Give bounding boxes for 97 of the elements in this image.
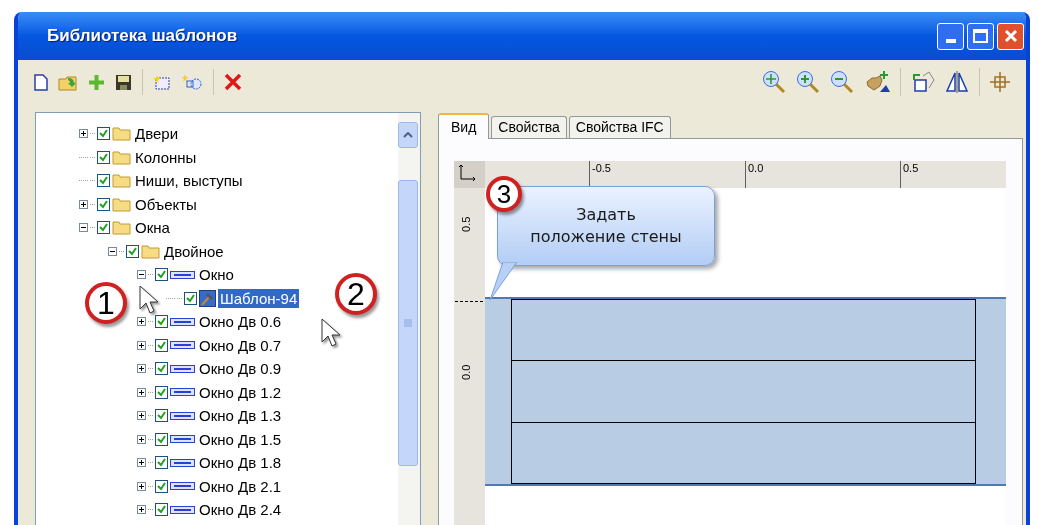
- expand-toggle-icon[interactable]: [137, 387, 146, 397]
- collapse-toggle-icon[interactable]: [137, 270, 146, 280]
- checkbox[interactable]: [97, 197, 110, 211]
- window-icon: [170, 505, 195, 514]
- cursor-icon: [139, 285, 161, 315]
- tree-item[interactable]: Объекты: [133, 194, 199, 214]
- ruler-label: 0.0: [460, 363, 474, 382]
- save-icon[interactable]: [115, 73, 132, 91]
- tree-item[interactable]: Окно Дв 2.1: [197, 476, 284, 496]
- open-folder-icon[interactable]: [58, 73, 78, 91]
- window-icon: [170, 411, 195, 420]
- window-icon: [170, 317, 195, 326]
- window-icon: [170, 341, 195, 350]
- axes-icon: [458, 164, 476, 182]
- scrollbar[interactable]: [398, 113, 420, 525]
- zoom-out-icon[interactable]: [830, 70, 854, 94]
- tree-item[interactable]: Окно Дв 1.2: [197, 382, 284, 402]
- expand-toggle-icon[interactable]: [137, 317, 146, 327]
- expand-toggle-icon[interactable]: [137, 364, 146, 374]
- dashed-guide-line: [455, 301, 483, 302]
- zoom-extents-icon[interactable]: [762, 70, 786, 94]
- tab[interactable]: Свойства: [491, 116, 567, 138]
- window-icon: [170, 364, 195, 373]
- tab[interactable]: Вид: [438, 113, 490, 139]
- close-icon: [1003, 29, 1018, 43]
- folder-icon: [112, 126, 131, 142]
- checkbox[interactable]: [155, 338, 168, 352]
- rotate-icon[interactable]: [911, 70, 935, 94]
- new-document-icon[interactable]: [34, 73, 48, 91]
- checkbox[interactable]: [155, 432, 168, 446]
- tree-item[interactable]: Двойное: [162, 241, 226, 261]
- folder-icon: [112, 149, 131, 165]
- maximize-button[interactable]: [967, 22, 994, 50]
- expand-toggle-icon[interactable]: [137, 411, 146, 421]
- folder-icon: [112, 173, 131, 189]
- cursor-icon: [321, 318, 343, 348]
- window-title: Библиотека шаблонов: [47, 25, 238, 48]
- tree-item[interactable]: Окно Дв 1.5: [197, 429, 284, 449]
- checkbox[interactable]: [126, 244, 139, 258]
- scroll-up-button[interactable]: [397, 122, 418, 148]
- checkbox[interactable]: [155, 503, 168, 517]
- tab[interactable]: Свойства IFC: [568, 116, 671, 138]
- expand-toggle-icon[interactable]: [137, 505, 146, 515]
- tree-item[interactable]: Окно Дв 2.4: [197, 500, 284, 520]
- checkbox[interactable]: [97, 127, 110, 141]
- expand-toggle-icon[interactable]: [137, 434, 146, 444]
- checkbox[interactable]: [155, 315, 168, 329]
- checkbox[interactable]: [155, 456, 168, 470]
- checkbox[interactable]: [155, 479, 168, 493]
- window-icon: [170, 388, 195, 397]
- tree-item[interactable]: Двери: [133, 124, 181, 144]
- checkbox[interactable]: [155, 409, 168, 423]
- checkbox[interactable]: [155, 268, 168, 282]
- checkbox[interactable]: [184, 291, 197, 305]
- minimize-icon: [945, 38, 956, 43]
- tree-item[interactable]: Окно Дв 0.9: [197, 359, 284, 379]
- expand-toggle-icon[interactable]: [137, 458, 146, 468]
- tree-item[interactable]: Окно Дв 0.7: [197, 335, 284, 355]
- folder-icon: [112, 196, 131, 212]
- checkbox[interactable]: [155, 385, 168, 399]
- callout-text: Задать положение стены: [530, 204, 682, 248]
- tree-item[interactable]: Окно Дв 0.6: [197, 312, 284, 332]
- folder-icon: [141, 243, 160, 259]
- select-objects-icon[interactable]: [181, 73, 203, 91]
- tree-item[interactable]: Ниши, выступы: [133, 171, 245, 191]
- delete-icon[interactable]: [224, 73, 242, 91]
- select-icon[interactable]: [153, 73, 171, 91]
- window-icon: [170, 482, 195, 491]
- tree-item[interactable]: Окно Дв 1.3: [197, 406, 284, 426]
- close-button[interactable]: [997, 22, 1024, 50]
- scroll-thumb[interactable]: [397, 180, 418, 466]
- tree-item[interactable]: Шаблон-94: [218, 288, 300, 308]
- expand-toggle-icon[interactable]: [137, 481, 146, 491]
- expand-toggle-icon[interactable]: [79, 129, 88, 139]
- template-icon: [199, 289, 216, 307]
- expand-toggle-icon[interactable]: [79, 199, 88, 209]
- minimize-button[interactable]: [937, 22, 964, 50]
- expand-toggle-icon[interactable]: [137, 340, 146, 350]
- checkbox[interactable]: [155, 362, 168, 376]
- collapse-toggle-icon[interactable]: [108, 246, 117, 256]
- window-icon: [170, 435, 195, 444]
- window-icon: [170, 270, 195, 279]
- checkbox[interactable]: [97, 150, 110, 164]
- maximize-icon: [973, 29, 988, 43]
- checkbox[interactable]: [97, 174, 110, 188]
- window-icon: [170, 458, 195, 467]
- tree-item[interactable]: Окно: [197, 265, 236, 285]
- tree-item[interactable]: Колонны: [133, 147, 199, 167]
- tree-item[interactable]: Окна: [133, 218, 172, 238]
- mirror-icon[interactable]: [945, 71, 969, 93]
- tree-item[interactable]: Окно Дв 1.8: [197, 453, 284, 473]
- ruler-label: 0.5: [460, 215, 474, 234]
- collapse-toggle-icon[interactable]: [79, 223, 88, 233]
- crosshair-icon[interactable]: [990, 72, 1010, 92]
- folder-icon: [112, 220, 131, 236]
- checkbox[interactable]: [97, 221, 110, 235]
- zoom-in-icon[interactable]: [796, 70, 820, 94]
